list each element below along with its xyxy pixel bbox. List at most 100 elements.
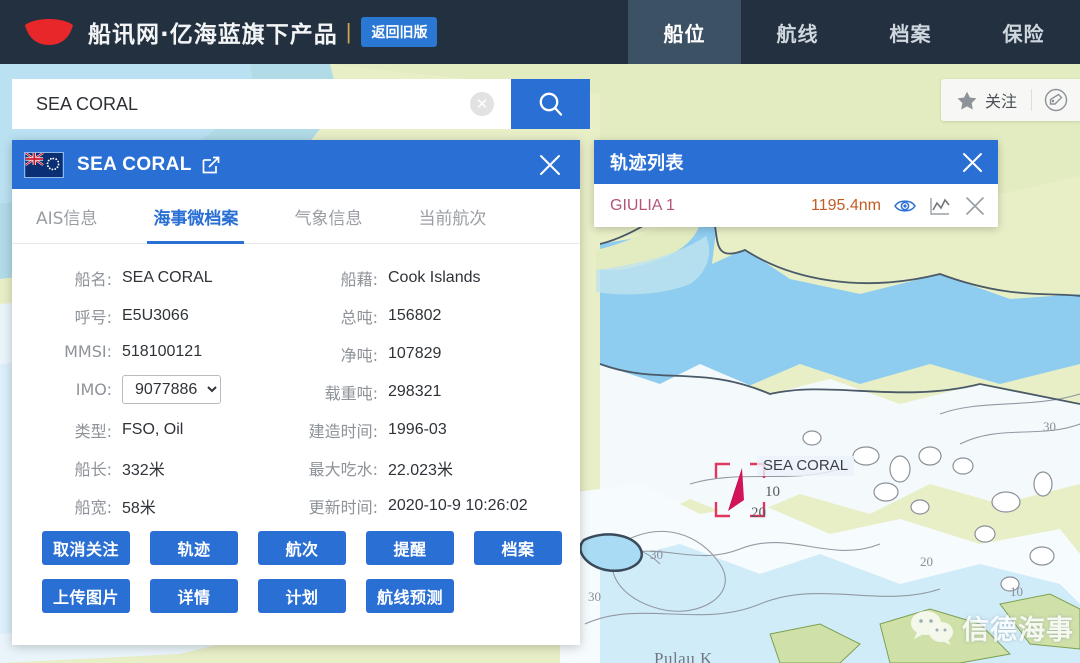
- tag-button[interactable]: [1032, 88, 1080, 112]
- track-list-item[interactable]: GIULIA 1 1195.4nm: [594, 184, 998, 227]
- info-value: SEA CORAL: [122, 269, 213, 286]
- logo-icon: [25, 19, 73, 45]
- track-item-close-icon[interactable]: [964, 195, 986, 217]
- info-row-imo: IMO: 9077886: [20, 375, 262, 404]
- tab-current-voyage[interactable]: 当前航次: [416, 189, 488, 244]
- info-value: 332米: [122, 462, 165, 479]
- info-label: 净吨:: [340, 346, 378, 365]
- panel-vessel-name: SEA CORAL: [77, 153, 192, 175]
- brand-separator: |: [345, 19, 352, 44]
- panel-close-icon[interactable]: [534, 149, 566, 181]
- edit-square-icon[interactable]: [201, 155, 221, 175]
- info-value: 518100121: [122, 342, 203, 360]
- info-value: 107829: [388, 345, 442, 362]
- brand-title: 船讯网·亿海蓝旗下产品: [88, 22, 338, 48]
- info-value: 22.023米: [388, 462, 453, 479]
- info-label: 船长:: [74, 460, 112, 479]
- info-row-callsign: 呼号: E5U3066: [20, 304, 262, 328]
- info-label: IMO:: [75, 380, 112, 399]
- info-row-shipname: 船名: SEA CORAL: [20, 266, 262, 290]
- old-version-button[interactable]: 返回旧版: [361, 17, 438, 47]
- unfollow-button[interactable]: 取消关注: [42, 531, 130, 565]
- map-depth-label: 10: [1010, 584, 1023, 599]
- follow-label: 关注: [984, 92, 1017, 111]
- archive-button[interactable]: 档案: [474, 531, 562, 565]
- info-value: 156802: [388, 307, 442, 324]
- track-list-close-icon[interactable]: [961, 151, 984, 174]
- track-item-name: GIULIA 1: [610, 196, 675, 214]
- panel-action-buttons: 取消关注 轨迹 航次 提醒 档案 上传图片 详情 计划 航线预测: [42, 531, 562, 627]
- tab-maritime-archive[interactable]: 海事微档案: [147, 189, 245, 244]
- info-row-type: 类型: FSO, Oil: [20, 418, 262, 442]
- wechat-icon: [911, 610, 953, 645]
- plan-button[interactable]: 计划: [258, 579, 346, 613]
- brand-area[interactable]: 船讯网·亿海蓝旗下产品 | 返回旧版: [0, 15, 438, 49]
- nav-label: 船位: [663, 21, 706, 46]
- app-root: 30 30 30 20 10 SEA CORAL 10 20 Pulau K 1…: [0, 0, 1080, 663]
- panel-body: 船名: SEA CORAL 呼号: E5U3066 MMSI: 51810012…: [12, 244, 580, 645]
- info-label: 总吨:: [340, 308, 378, 327]
- vessel-info-grid: 船名: SEA CORAL 呼号: E5U3066 MMSI: 51810012…: [12, 266, 580, 518]
- track-list-panel: 轨迹列表 GIULIA 1 1195.4nm: [594, 140, 998, 227]
- info-row-flagstate: 船藉: Cook Islands: [262, 266, 562, 290]
- info-label: 船藉:: [340, 270, 378, 289]
- map-place-label: Pulau K: [654, 649, 713, 663]
- info-row-maxdraught: 最大吃水: 22.023米: [262, 456, 562, 480]
- info-row-beam: 船宽: 58米: [20, 494, 262, 518]
- info-row-builtdate: 建造时间: 1996-03: [262, 418, 562, 442]
- panel-tabs: AIS信息 海事微档案 气象信息 当前航次: [12, 189, 580, 244]
- tab-label: 气象信息: [294, 208, 363, 229]
- track-item-distance: 1195.4nm: [811, 196, 881, 214]
- search-button[interactable]: [511, 79, 590, 129]
- info-label: MMSI:: [64, 342, 112, 361]
- imo-select[interactable]: 9077886: [122, 375, 221, 404]
- tab-weather-info[interactable]: 气象信息: [292, 189, 364, 244]
- track-list-title: 轨迹列表: [610, 153, 684, 174]
- nav-label: 档案: [889, 21, 932, 46]
- track-button[interactable]: 轨迹: [150, 531, 238, 565]
- nav-item-archive[interactable]: 档案: [854, 0, 967, 64]
- map-depth-label: 20: [920, 554, 933, 569]
- eye-icon[interactable]: [894, 197, 916, 215]
- info-label: 载重吨:: [324, 384, 378, 403]
- nav-item-route[interactable]: 航线: [741, 0, 854, 64]
- map-nearby-number: 10: [765, 484, 780, 500]
- clear-search-icon[interactable]: ✕: [470, 92, 494, 116]
- top-header: 船讯网·亿海蓝旗下产品 | 返回旧版 船位 航线 档案 保险: [0, 0, 1080, 64]
- voyage-button[interactable]: 航次: [258, 531, 346, 565]
- map-depth-label: 30: [650, 547, 663, 562]
- vessel-info-right-column: 船藉: Cook Islands 总吨: 156802 净吨: 107829 载…: [262, 266, 562, 518]
- vessel-label: SEA CORAL: [757, 456, 855, 476]
- search-input-wrapper: ✕: [12, 79, 511, 129]
- tab-label: AIS信息: [36, 208, 98, 229]
- search-input[interactable]: [12, 79, 511, 129]
- info-row-deadweight: 载重吨: 298321: [262, 380, 562, 404]
- nav-item-insurance[interactable]: 保险: [967, 0, 1080, 64]
- follow-button[interactable]: 关注: [941, 88, 1031, 112]
- info-value: 298321: [388, 383, 442, 400]
- main-nav: 船位 航线 档案 保险: [628, 0, 1080, 64]
- info-label: 呼号:: [74, 308, 112, 327]
- info-label: 类型:: [74, 422, 112, 441]
- info-label: 更新时间:: [308, 498, 378, 517]
- info-value: 1996-03: [388, 421, 447, 438]
- details-button[interactable]: 详情: [150, 579, 238, 613]
- search-icon: [539, 92, 562, 116]
- info-row-length: 船长: 332米: [20, 456, 262, 480]
- info-label: 最大吃水:: [308, 460, 378, 479]
- vessel-detail-panel: SEA CORAL AIS信息 海事微档案 气象信息 当前航次 船名: SEA …: [12, 140, 580, 645]
- upload-image-button[interactable]: 上传图片: [42, 579, 130, 613]
- nav-label: 保险: [1002, 21, 1045, 46]
- info-value: 58米: [122, 500, 156, 517]
- info-value: E5U3066: [122, 307, 189, 324]
- nav-label: 航线: [776, 21, 819, 46]
- route-forecast-button[interactable]: 航线预测: [366, 579, 454, 613]
- track-list-header: 轨迹列表: [594, 140, 998, 184]
- remind-button[interactable]: 提醒: [366, 531, 454, 565]
- tab-ais-info[interactable]: AIS信息: [34, 189, 99, 244]
- map-depth-label: 30: [1043, 419, 1056, 434]
- line-chart-icon[interactable]: [929, 196, 951, 216]
- action-button-row-1: 取消关注 轨迹 航次 提醒 档案: [42, 531, 562, 565]
- nav-item-shipposition[interactable]: 船位: [628, 0, 741, 64]
- tab-label: 海事微档案: [153, 208, 239, 229]
